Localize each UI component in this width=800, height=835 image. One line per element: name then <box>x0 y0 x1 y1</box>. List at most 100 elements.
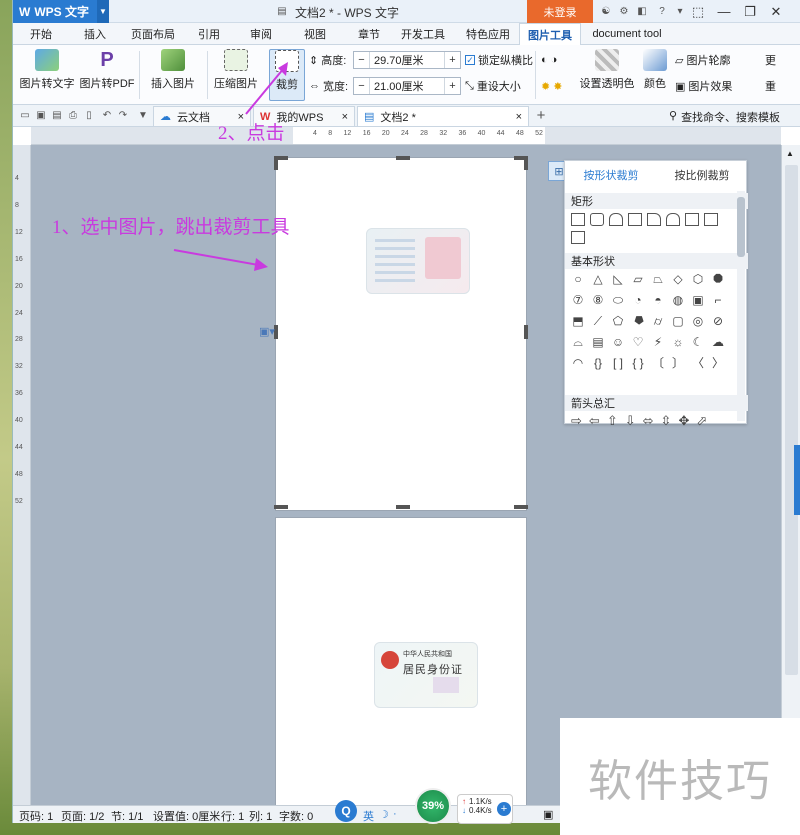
bent-arrow-icon[interactable]: ⬀ <box>696 413 707 429</box>
chevron-down-icon[interactable]: ▼ <box>97 0 109 23</box>
down-arrow-icon[interactable]: ⇩ <box>625 413 636 429</box>
basic-shape-icon[interactable]: ⬭ <box>611 293 625 307</box>
rectangle-shape-icon[interactable] <box>647 213 661 226</box>
tab-section[interactable]: 章节 <box>347 23 391 45</box>
contrast-buttons[interactable]: ◐ ◑ <box>541 51 557 69</box>
more-button[interactable]: 更 <box>765 51 776 69</box>
rectangle-shape-icon[interactable] <box>609 213 623 226</box>
status-row[interactable]: 行: 1 <box>221 808 244 824</box>
minus-icon[interactable]: − <box>354 78 370 94</box>
crop-handle[interactable] <box>274 505 288 509</box>
ime-mode[interactable]: 英 <box>363 808 374 824</box>
basic-shape-icon[interactable]: 〉 <box>711 356 725 370</box>
tab-view[interactable]: 视图 <box>293 23 337 45</box>
basic-shape-icon[interactable]: ◺ <box>611 272 625 286</box>
help-icon[interactable]: ? <box>655 4 669 18</box>
basic-shape-icon[interactable]: △ <box>591 272 605 286</box>
app-logo-button[interactable]: W WPS 文字 ▼ <box>13 0 109 23</box>
tab-page-layout[interactable]: 页面布局 <box>123 23 183 45</box>
basic-shape-icon[interactable]: ◔ <box>631 293 645 307</box>
reset-size-button[interactable]: ⤡ 重设大小 <box>465 77 521 95</box>
status-setting[interactable]: 设置值: 0厘米 <box>153 808 220 824</box>
add-icon[interactable]: + <box>497 802 511 816</box>
moon-icon[interactable]: ☽ <box>379 808 389 821</box>
tab-start[interactable]: 开始 <box>19 23 63 45</box>
panel-scroll-thumb[interactable] <box>737 197 745 257</box>
brightness-down-icon[interactable]: ✸ <box>553 80 562 93</box>
up-arrow-icon[interactable]: ⇧ <box>607 413 618 429</box>
ime-logo-icon[interactable]: Q <box>335 800 357 822</box>
height-input[interactable]: 29.70厘米 <box>370 52 444 68</box>
tab-document-tool[interactable]: document tool <box>585 23 669 45</box>
lock-ratio-checkbox[interactable]: ✓ 锁定纵横比 <box>465 51 533 69</box>
basic-shape-icon[interactable]: ⑧ <box>591 293 605 307</box>
basic-shape-icon[interactable]: ⌐ <box>711 293 725 307</box>
crop-handle[interactable] <box>524 325 528 339</box>
picture-outline-button[interactable]: ▱ 图片轮廓 <box>675 51 730 69</box>
tab-review[interactable]: 审阅 <box>239 23 283 45</box>
basic-shape-icon[interactable]: ◠ <box>571 356 585 370</box>
status-col[interactable]: 列: 1 <box>249 808 272 824</box>
basic-shape-icon[interactable]: ⬒ <box>571 314 585 328</box>
basic-shape-icon[interactable]: 〕 <box>671 356 685 370</box>
minus-icon[interactable]: − <box>354 52 370 68</box>
tab-references[interactable]: 引用 <box>187 23 231 45</box>
basic-shape-icon[interactable]: ⚡ <box>651 335 665 349</box>
status-page[interactable]: 页码: 1 <box>19 808 53 824</box>
basic-shape-icon[interactable]: ⬠ <box>611 314 625 328</box>
undo-icon[interactable]: ↶ <box>101 109 113 121</box>
left-arrow-icon[interactable]: ⇦ <box>589 413 600 429</box>
rectangle-shape-icon[interactable] <box>628 213 642 226</box>
status-pages[interactable]: 页面: 1/2 <box>61 808 104 824</box>
basic-shape-icon[interactable]: ▣ <box>691 293 705 307</box>
basic-shape-icon[interactable]: ▤ <box>591 335 605 349</box>
width-input[interactable]: 21.00厘米 <box>370 78 444 94</box>
height-stepper[interactable]: − 29.70厘米 + <box>353 51 461 69</box>
rectangle-shape-icon[interactable] <box>666 213 680 226</box>
basic-shape-icon[interactable]: ⯃ <box>711 272 725 286</box>
right-arrow-icon[interactable]: ⇨ <box>571 413 582 429</box>
tab-insert[interactable]: 插入 <box>73 23 117 45</box>
crop-handle[interactable] <box>274 156 278 170</box>
restore-button[interactable]: ❐ <box>737 0 763 23</box>
panel-scrollbar[interactable] <box>737 191 745 421</box>
basic-shape-icon[interactable]: ⯂ <box>631 314 645 328</box>
left-right-arrow-icon[interactable]: ⬄ <box>643 413 654 429</box>
basic-shape-icon[interactable]: {} <box>591 356 605 370</box>
rectangle-shape-icon[interactable] <box>704 213 718 226</box>
picture-effect-button[interactable]: ▣ 图片效果 <box>675 77 732 95</box>
brightness-up-icon[interactable]: ✹ <box>541 80 550 93</box>
close-button[interactable]: ✕ <box>763 0 789 23</box>
view-mode-icon[interactable]: ▣ <box>543 808 553 821</box>
tab-special[interactable]: 特色应用 <box>457 23 519 45</box>
feedback-icon[interactable]: ◧ <box>635 4 649 18</box>
crop-handle[interactable] <box>514 505 528 509</box>
tab-document2[interactable]: ▤ 文档2 * × <box>357 106 529 126</box>
print-preview-icon[interactable]: ▤ <box>51 109 63 121</box>
redo-icon[interactable]: ↷ <box>117 109 129 121</box>
picture-to-text-button[interactable]: 图片转文字 <box>17 49 77 101</box>
basic-shape-icon[interactable]: ○ <box>571 272 585 286</box>
layout-options-icon[interactable]: ▣▾ <box>259 325 275 338</box>
up-down-arrow-icon[interactable]: ⇳ <box>661 413 672 429</box>
quad-arrow-icon[interactable]: ✥ <box>678 413 689 429</box>
rectangle-shape-icon[interactable] <box>571 213 585 226</box>
settings-icon[interactable]: ⚙ <box>617 4 631 18</box>
insert-picture-button[interactable]: 插入图片 <box>145 49 201 101</box>
print-icon[interactable]: ⎙ <box>67 109 79 121</box>
tab-crop-by-shape[interactable]: 按形状裁剪 <box>565 161 657 189</box>
basic-shape-icon[interactable]: ⌓ <box>571 335 585 349</box>
basic-shape-icon[interactable]: ☁ <box>711 335 725 349</box>
rectangle-shape-icon[interactable] <box>685 213 699 226</box>
basic-shape-icon[interactable]: ◎ <box>691 314 705 328</box>
basic-shape-icon[interactable]: ▢ <box>671 314 685 328</box>
save-icon[interactable]: ▣ <box>35 109 47 121</box>
fullscreen-button[interactable]: ⬚ <box>685 0 711 23</box>
contrast-down-icon[interactable]: ◑ <box>551 54 558 66</box>
basic-shape-icon[interactable]: 〈 <box>691 356 705 370</box>
rectangle-shape-icon[interactable] <box>590 213 604 226</box>
page-icon[interactable]: ▯ <box>83 109 95 121</box>
page-1[interactable] <box>275 157 527 511</box>
brightness-buttons[interactable]: ✹ ✸ <box>541 77 562 95</box>
vertical-scrollbar[interactable]: ▲ ▼ <box>781 145 800 805</box>
